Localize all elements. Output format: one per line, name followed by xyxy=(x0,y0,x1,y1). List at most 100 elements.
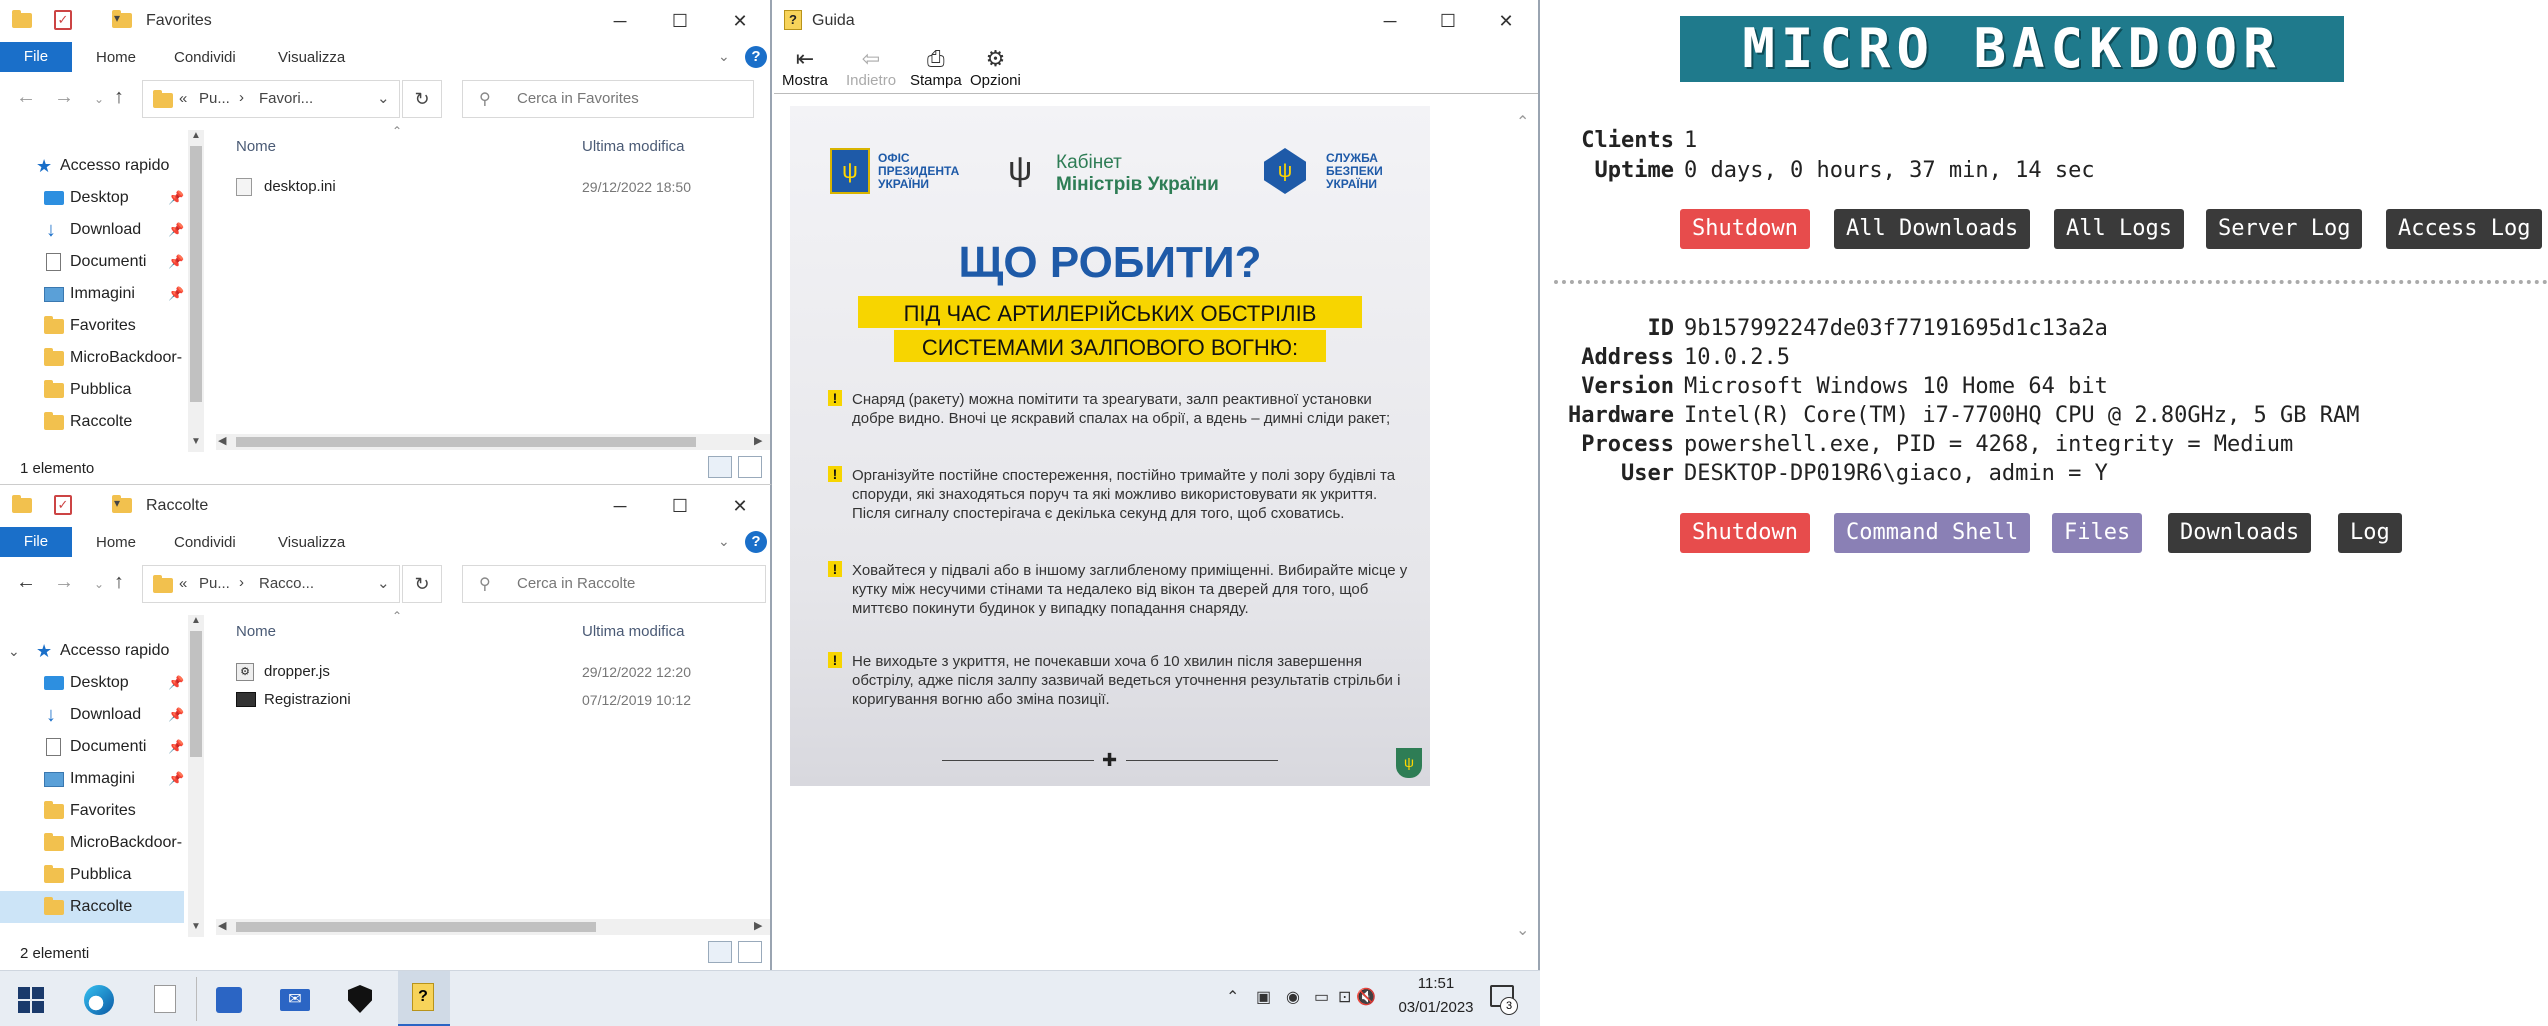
title-bar[interactable]: ✓ ▾ Favorites ─ ☐ ✕ xyxy=(0,0,770,42)
customize-quick-access-icon[interactable]: ▾ xyxy=(114,11,120,25)
address-dropdown-icon[interactable]: ⌄ xyxy=(377,89,390,107)
clock-date[interactable]: 03/01/2023 xyxy=(1390,999,1482,1016)
tab-share[interactable]: Condividi xyxy=(174,49,236,66)
breadcrumb-current[interactable]: Racco... xyxy=(259,575,314,592)
nav-public[interactable]: Pubblica xyxy=(0,374,190,406)
back-button[interactable]: ⇦ Indietro xyxy=(846,46,896,89)
nav-microbackdoor[interactable]: MicroBackdoor- xyxy=(0,342,190,374)
search-box[interactable]: ⚲ Cerca in Favorites xyxy=(462,80,754,118)
nav-pictures[interactable]: Immagini 📌 xyxy=(0,763,190,795)
details-view-icon[interactable] xyxy=(708,941,732,963)
properties-icon[interactable]: ✓ xyxy=(54,10,72,30)
column-header-modified[interactable]: Ultima modifica xyxy=(582,138,685,155)
large-icons-view-icon[interactable] xyxy=(738,941,762,963)
tab-file[interactable]: File xyxy=(0,42,72,72)
nav-favorites[interactable]: Favorites xyxy=(0,310,190,342)
horizontal-scrollbar[interactable]: ◀ ▶ xyxy=(216,919,770,935)
security-taskbar-button[interactable] xyxy=(342,981,378,1017)
scroll-thumb[interactable] xyxy=(190,631,202,757)
nav-download[interactable]: ↓ Download 📌 xyxy=(0,214,190,246)
maximize-button[interactable]: ☐ xyxy=(662,6,698,36)
mail-taskbar-button[interactable]: ✉ xyxy=(276,981,312,1017)
meeting-icon[interactable]: ▣ xyxy=(1256,987,1271,1007)
print-button[interactable]: ⎙ Stampa xyxy=(910,46,962,89)
nav-scrollbar[interactable]: ▲ ▼ xyxy=(188,130,204,452)
network-icon[interactable]: ▭ xyxy=(1314,987,1329,1007)
tab-home[interactable]: Home xyxy=(96,49,136,66)
tab-view[interactable]: Visualizza xyxy=(278,49,345,66)
breadcrumb-chevron[interactable]: « xyxy=(179,90,187,107)
address-dropdown-icon[interactable]: ⌄ xyxy=(377,574,390,592)
recent-dropdown-icon[interactable]: ⌄ xyxy=(94,92,104,106)
scroll-up-icon[interactable]: ⌃ xyxy=(1516,112,1529,132)
display-icon[interactable]: ⊡ xyxy=(1338,987,1351,1007)
scroll-right-icon[interactable]: ▶ xyxy=(754,919,762,932)
tab-home[interactable]: Home xyxy=(96,534,136,551)
close-button[interactable]: ✕ xyxy=(1488,6,1524,36)
refresh-button[interactable]: ↻ xyxy=(402,565,442,603)
command-shell-button[interactable]: Command Shell xyxy=(1834,513,2031,553)
back-arrow-icon[interactable]: ← xyxy=(16,86,36,109)
expand-chevron-icon[interactable]: ⌄ xyxy=(8,635,20,667)
downloads-button[interactable]: Downloads xyxy=(2168,513,2312,553)
start-button[interactable] xyxy=(14,981,50,1017)
nav-desktop[interactable]: Desktop 📌 xyxy=(0,182,190,214)
client-log-button[interactable]: Log xyxy=(2338,513,2402,553)
nav-desktop[interactable]: Desktop 📌 xyxy=(0,667,190,699)
location-icon[interactable]: ◉ xyxy=(1286,987,1300,1007)
expand-ribbon-icon[interactable]: ⌄ xyxy=(718,48,730,65)
nav-pictures[interactable]: Immagini 📌 xyxy=(0,278,190,310)
file-row-desktop-ini[interactable]: desktop.ini 29/12/2022 18:50 xyxy=(236,176,756,200)
nav-quick-access[interactable]: ⌄ ★ Accesso rapido xyxy=(0,635,190,667)
store-taskbar-button[interactable] xyxy=(210,981,246,1017)
scroll-up-icon[interactable]: ▲ xyxy=(191,615,201,626)
details-view-icon[interactable] xyxy=(708,456,732,478)
help-icon[interactable]: ? xyxy=(745,531,767,553)
scroll-thumb[interactable] xyxy=(236,437,696,447)
clock-time[interactable]: 11:51 xyxy=(1406,975,1466,992)
scroll-right-icon[interactable]: ▶ xyxy=(754,434,762,447)
horizontal-scrollbar[interactable]: ◀ ▶ xyxy=(216,434,770,450)
title-bar[interactable]: ✓ ▾ Raccolte ─ ☐ ✕ xyxy=(0,485,770,527)
refresh-button[interactable]: ↻ xyxy=(402,80,442,118)
help-taskbar-button[interactable]: ? xyxy=(398,971,450,1026)
scroll-down-icon[interactable]: ▼ xyxy=(191,921,201,932)
all-downloads-button[interactable]: All Downloads xyxy=(1834,209,2031,249)
forward-arrow-icon[interactable]: → xyxy=(54,86,74,109)
nav-public[interactable]: Pubblica xyxy=(0,859,190,891)
up-arrow-icon[interactable]: ↑ xyxy=(114,571,124,594)
up-arrow-icon[interactable]: ↑ xyxy=(114,86,124,109)
properties-icon[interactable]: ✓ xyxy=(54,495,72,515)
address-box[interactable]: « Pu... › Favori... ⌄ xyxy=(142,80,400,118)
scroll-left-icon[interactable]: ◀ xyxy=(218,434,226,447)
nav-favorites[interactable]: Favorites xyxy=(0,795,190,827)
nav-raccolte[interactable]: Raccolte xyxy=(0,406,190,438)
nav-documents[interactable]: Documenti 📌 xyxy=(0,731,190,763)
access-log-button[interactable]: Access Log xyxy=(2386,209,2543,249)
breadcrumb-chevron[interactable]: « xyxy=(179,575,187,592)
breadcrumb-current[interactable]: Favori... xyxy=(259,90,313,107)
title-bar[interactable]: ? Guida ─ ☐ ✕ xyxy=(774,0,1538,42)
edge-taskbar-button[interactable] xyxy=(80,981,116,1017)
show-button[interactable]: ⇤ Mostra xyxy=(782,46,828,89)
files-button[interactable]: Files xyxy=(2052,513,2143,553)
nav-documents[interactable]: Documenti 📌 xyxy=(0,246,190,278)
content-scrollbar[interactable]: ⌃ ⌄ xyxy=(1512,100,1532,960)
close-button[interactable]: ✕ xyxy=(722,491,758,521)
server-log-button[interactable]: Server Log xyxy=(2206,209,2363,249)
nav-quick-access[interactable]: ★ Accesso rapido xyxy=(0,150,190,182)
maximize-button[interactable]: ☐ xyxy=(662,491,698,521)
all-logs-button[interactable]: All Logs xyxy=(2054,209,2184,249)
search-box[interactable]: ⚲ Cerca in Raccolte xyxy=(462,565,766,603)
tab-view[interactable]: Visualizza xyxy=(278,534,345,551)
minimize-button[interactable]: ─ xyxy=(602,491,638,521)
nav-scrollbar[interactable]: ▲ ▼ xyxy=(188,615,204,937)
nav-download[interactable]: ↓ Download 📌 xyxy=(0,699,190,731)
file-row-registrazioni[interactable]: Registrazioni 07/12/2019 10:12 xyxy=(236,689,756,713)
tab-file[interactable]: File xyxy=(0,527,72,557)
back-arrow-icon[interactable]: ← xyxy=(16,571,36,594)
volume-icon[interactable]: 🔇 xyxy=(1356,987,1376,1007)
tab-share[interactable]: Condividi xyxy=(174,534,236,551)
recent-dropdown-icon[interactable]: ⌄ xyxy=(94,577,104,591)
large-icons-view-icon[interactable] xyxy=(738,456,762,478)
